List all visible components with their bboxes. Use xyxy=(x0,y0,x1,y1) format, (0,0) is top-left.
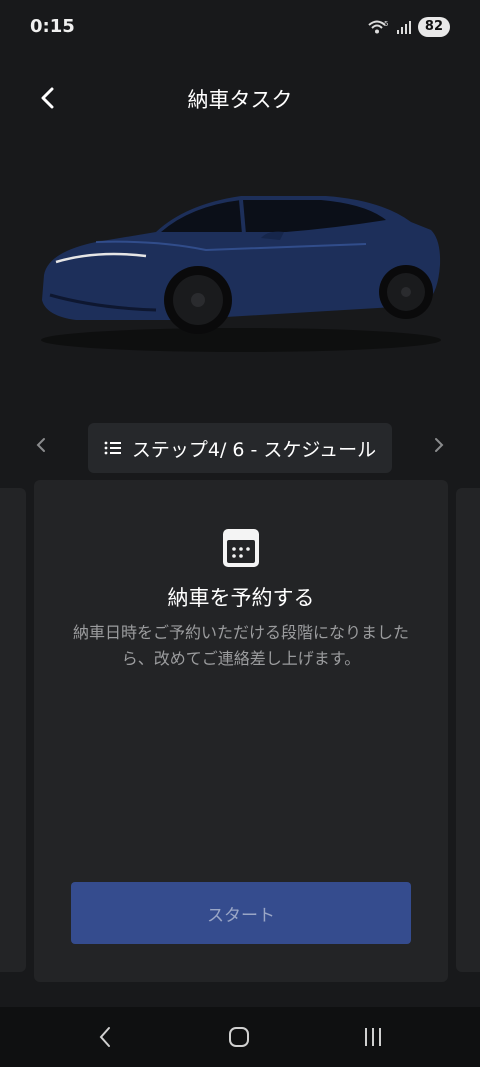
start-button[interactable]: スタート xyxy=(71,882,411,944)
calendar-icon xyxy=(223,529,259,567)
signal-icon xyxy=(396,21,411,34)
system-nav-bar xyxy=(0,1007,480,1067)
status-icons: 5 82 xyxy=(368,17,450,37)
car-image xyxy=(41,196,441,352)
step-navigation: ステップ4/ 6 - スケジュール xyxy=(0,420,480,474)
header: 納車タスク xyxy=(0,72,480,124)
card-description: 納車日時をご予約いただける段階になりましたら、改めてご連絡差し上げます。 xyxy=(72,623,409,668)
status-time: 0:15 xyxy=(30,16,75,37)
next-step-button[interactable] xyxy=(428,434,450,456)
nav-recents-button[interactable] xyxy=(356,1021,390,1053)
network-label: 5 xyxy=(384,20,388,28)
previous-step-button[interactable] xyxy=(30,434,52,456)
card-title: 納車を予約する xyxy=(167,586,315,610)
step-label: ステップ4/ 6 - スケジュール xyxy=(131,438,377,461)
battery-indicator: 82 xyxy=(417,17,450,37)
next-step-card[interactable] xyxy=(456,488,480,972)
step-indicator[interactable]: ステップ4/ 6 - スケジュール xyxy=(88,423,392,473)
chevron-left-icon xyxy=(36,438,45,452)
list-icon xyxy=(104,441,121,455)
page-title: 納車タスク xyxy=(187,88,293,112)
chevron-right-icon xyxy=(435,438,444,452)
nav-back-button[interactable] xyxy=(88,1021,122,1053)
status-bar: 0:15 5 82 xyxy=(0,0,480,56)
recents-icon xyxy=(365,1028,381,1046)
previous-step-card[interactable] xyxy=(0,488,26,972)
wifi-icon: 5 xyxy=(368,20,388,34)
nav-home-button[interactable] xyxy=(222,1021,256,1053)
nav-back-icon xyxy=(99,1027,110,1047)
home-icon xyxy=(229,1027,249,1047)
step-card: 納車を予約する 納車日時をご予約いただける段階になりましたら、改めてご連絡差し上… xyxy=(34,480,448,982)
